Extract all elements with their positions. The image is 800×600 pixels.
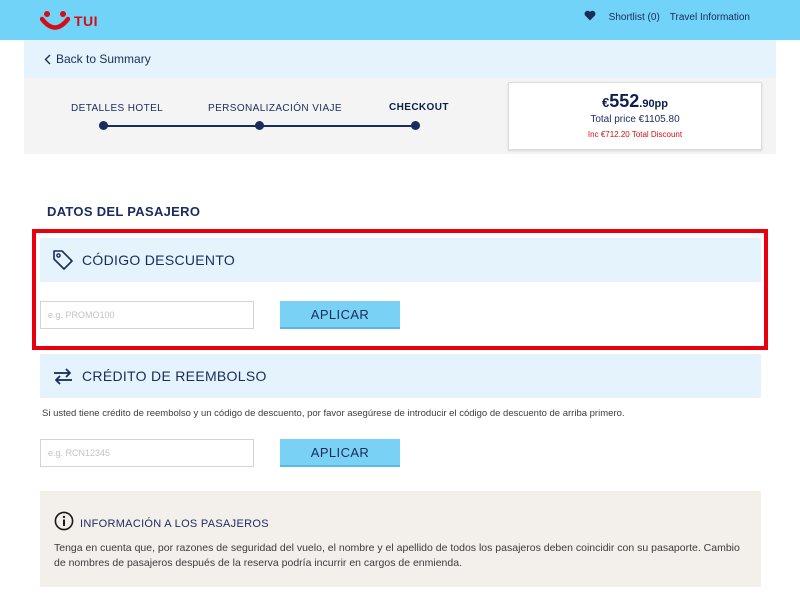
info-title: INFORMACIÓN A LOS PASAJEROS [80,517,269,530]
passenger-details-title: DATOS DEL PASAJERO [47,204,201,219]
info-circle-icon [54,511,74,536]
back-link-label: Back to Summary [56,52,151,66]
back-to-summary-link[interactable]: Back to Summary [44,52,151,66]
travel-information-link[interactable]: Travel Information [670,12,750,23]
price-decimal: .90pp [639,98,668,110]
info-header: INFORMACIÓN A LOS PASAJEROS [54,511,269,536]
step-dot-hotel-details [99,121,108,130]
top-links: Shortlist (0) Travel Information [584,10,750,24]
total-price: Total price €1105.80 [590,114,680,125]
step-label-trip-customization: PERSONALIZACIÓN VIAJE [208,103,342,114]
refund-credit-title: CRÉDITO DE REEMBOLSO [82,368,267,384]
apply-refund-button[interactable]: APLICAR [280,439,400,467]
tui-smile-logo-icon [40,11,70,30]
price-integer: 552 [609,91,640,111]
discount-code-highlight [32,229,768,350]
price-summary-box: €552.90pp Total price €1105.80 Inc €712.… [508,82,762,150]
step-dot-checkout [411,121,420,130]
swap-arrows-icon [51,365,75,387]
total-discount: Inc €712.20 Total Discount [587,130,683,139]
shortlist-link[interactable]: Shortlist (0) [609,12,660,23]
progress-bar-area: DETALLES HOTEL PERSONALIZACIÓN VIAJE CHE… [24,78,776,154]
refund-credit-help-text: Si usted tiene crédito de reembolso y un… [42,408,625,419]
chevron-left-icon [44,54,51,64]
passenger-info-box: INFORMACIÓN A LOS PASAJEROS Tenga en cue… [40,491,761,587]
top-bar: TUI Shortlist (0) Travel Information [0,0,800,40]
info-body-text: Tenga en cuenta que, por razones de segu… [54,542,740,569]
refund-credit-input[interactable] [40,439,254,467]
step-dot-trip-customization [255,121,264,130]
checkout-steps: DETALLES HOTEL PERSONALIZACIÓN VIAJE CHE… [24,78,504,154]
logo-text: TUI [74,13,99,29]
price-per-person: €552.90pp [509,91,761,112]
step-label-checkout: CHECKOUT [389,102,449,113]
refund-credit-header: CRÉDITO DE REEMBOLSO [40,354,761,398]
tui-logo[interactable]: TUI [40,10,98,32]
back-bar: Back to Summary [24,40,776,78]
step-label-hotel-details: DETALLES HOTEL [71,103,164,114]
heart-icon [584,10,596,24]
